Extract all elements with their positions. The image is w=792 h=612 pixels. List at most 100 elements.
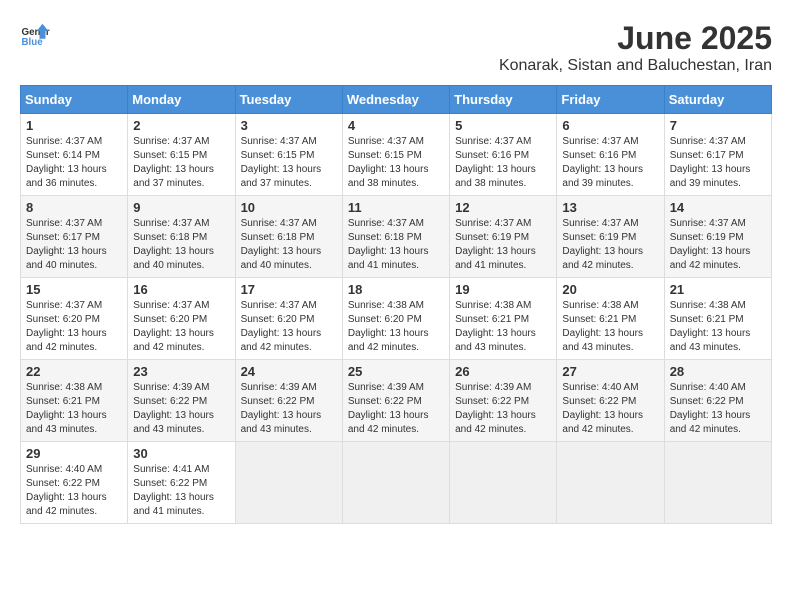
day-number: 7 bbox=[670, 118, 766, 133]
day-cell: 2 Sunrise: 4:37 AM Sunset: 6:15 PM Daylig… bbox=[128, 114, 235, 196]
day-number: 21 bbox=[670, 282, 766, 297]
day-number: 30 bbox=[133, 446, 229, 461]
day-cell: 8 Sunrise: 4:37 AM Sunset: 6:17 PM Daylig… bbox=[21, 196, 128, 278]
day-info: Sunrise: 4:38 AM Sunset: 6:21 PM Dayligh… bbox=[562, 299, 658, 355]
day-cell: 10 Sunrise: 4:37 AM Sunset: 6:18 PM Dayli… bbox=[235, 196, 342, 278]
day-cell: 12 Sunrise: 4:37 AM Sunset: 6:19 PM Dayli… bbox=[450, 196, 557, 278]
header: General Blue June 2025 Konarak, Sistan a… bbox=[20, 20, 772, 75]
day-number: 11 bbox=[348, 200, 444, 215]
day-info: Sunrise: 4:37 AM Sunset: 6:15 PM Dayligh… bbox=[133, 135, 229, 191]
day-cell bbox=[664, 442, 771, 524]
day-info: Sunrise: 4:41 AM Sunset: 6:22 PM Dayligh… bbox=[133, 463, 229, 519]
day-cell: 19 Sunrise: 4:38 AM Sunset: 6:21 PM Dayli… bbox=[450, 278, 557, 360]
day-header-monday: Monday bbox=[128, 86, 235, 114]
day-number: 10 bbox=[241, 200, 337, 215]
day-info: Sunrise: 4:37 AM Sunset: 6:20 PM Dayligh… bbox=[26, 299, 122, 355]
day-info: Sunrise: 4:37 AM Sunset: 6:15 PM Dayligh… bbox=[348, 135, 444, 191]
day-info: Sunrise: 4:37 AM Sunset: 6:17 PM Dayligh… bbox=[26, 217, 122, 273]
day-number: 22 bbox=[26, 364, 122, 379]
day-cell: 27Sunrise: 4:40 AM Sunset: 6:22 PM Dayli… bbox=[557, 360, 664, 442]
day-cell: 13 Sunrise: 4:37 AM Sunset: 6:19 PM Dayli… bbox=[557, 196, 664, 278]
day-info: Sunrise: 4:39 AM Sunset: 6:22 PM Dayligh… bbox=[133, 381, 229, 437]
day-number: 15 bbox=[26, 282, 122, 297]
day-number: 5 bbox=[455, 118, 551, 133]
week-row-4: 22 Sunrise: 4:38 AM Sunset: 6:21 PM Dayli… bbox=[21, 360, 772, 442]
location-title: Konarak, Sistan and Baluchestan, Iran bbox=[499, 57, 772, 75]
day-cell: 26 Sunrise: 4:39 AM Sunset: 6:22 PM Dayli… bbox=[450, 360, 557, 442]
day-number: 20 bbox=[562, 282, 658, 297]
day-number: 16 bbox=[133, 282, 229, 297]
week-row-1: 1Sunrise: 4:37 AM Sunset: 6:14 PM Daylig… bbox=[21, 114, 772, 196]
day-cell: 28Sunrise: 4:40 AM Sunset: 6:22 PM Dayli… bbox=[664, 360, 771, 442]
day-cell: 7Sunrise: 4:37 AM Sunset: 6:17 PM Daylig… bbox=[664, 114, 771, 196]
week-row-3: 15 Sunrise: 4:37 AM Sunset: 6:20 PM Dayli… bbox=[21, 278, 772, 360]
day-number: 14 bbox=[670, 200, 766, 215]
day-cell: 24 Sunrise: 4:39 AM Sunset: 6:22 PM Dayli… bbox=[235, 360, 342, 442]
day-info: Sunrise: 4:37 AM Sunset: 6:16 PM Dayligh… bbox=[562, 135, 658, 191]
day-info: Sunrise: 4:39 AM Sunset: 6:22 PM Dayligh… bbox=[455, 381, 551, 437]
day-number: 26 bbox=[455, 364, 551, 379]
day-header-sunday: Sunday bbox=[21, 86, 128, 114]
day-header-thursday: Thursday bbox=[450, 86, 557, 114]
day-number: 2 bbox=[133, 118, 229, 133]
day-number: 12 bbox=[455, 200, 551, 215]
day-number: 18 bbox=[348, 282, 444, 297]
week-row-5: 29Sunrise: 4:40 AM Sunset: 6:22 PM Dayli… bbox=[21, 442, 772, 524]
day-info: Sunrise: 4:38 AM Sunset: 6:20 PM Dayligh… bbox=[348, 299, 444, 355]
day-cell: 30 Sunrise: 4:41 AM Sunset: 6:22 PM Dayli… bbox=[128, 442, 235, 524]
title-section: June 2025 Konarak, Sistan and Baluchesta… bbox=[499, 20, 772, 75]
day-info: Sunrise: 4:37 AM Sunset: 6:19 PM Dayligh… bbox=[670, 217, 766, 273]
day-cell: 17Sunrise: 4:37 AM Sunset: 6:20 PM Dayli… bbox=[235, 278, 342, 360]
day-cell: 6 Sunrise: 4:37 AM Sunset: 6:16 PM Daylig… bbox=[557, 114, 664, 196]
day-info: Sunrise: 4:39 AM Sunset: 6:22 PM Dayligh… bbox=[348, 381, 444, 437]
day-cell: 29Sunrise: 4:40 AM Sunset: 6:22 PM Dayli… bbox=[21, 442, 128, 524]
day-cell bbox=[557, 442, 664, 524]
day-header-wednesday: Wednesday bbox=[342, 86, 449, 114]
day-info: Sunrise: 4:37 AM Sunset: 6:20 PM Dayligh… bbox=[241, 299, 337, 355]
header-row: SundayMondayTuesdayWednesdayThursdayFrid… bbox=[21, 86, 772, 114]
day-info: Sunrise: 4:38 AM Sunset: 6:21 PM Dayligh… bbox=[455, 299, 551, 355]
day-info: Sunrise: 4:37 AM Sunset: 6:20 PM Dayligh… bbox=[133, 299, 229, 355]
day-number: 6 bbox=[562, 118, 658, 133]
day-cell: 25 Sunrise: 4:39 AM Sunset: 6:22 PM Dayli… bbox=[342, 360, 449, 442]
day-number: 4 bbox=[348, 118, 444, 133]
logo-icon: General Blue bbox=[20, 20, 50, 50]
day-info: Sunrise: 4:37 AM Sunset: 6:15 PM Dayligh… bbox=[241, 135, 337, 191]
day-info: Sunrise: 4:37 AM Sunset: 6:19 PM Dayligh… bbox=[562, 217, 658, 273]
day-cell bbox=[450, 442, 557, 524]
day-number: 19 bbox=[455, 282, 551, 297]
day-info: Sunrise: 4:37 AM Sunset: 6:18 PM Dayligh… bbox=[241, 217, 337, 273]
day-number: 27 bbox=[562, 364, 658, 379]
day-number: 25 bbox=[348, 364, 444, 379]
day-info: Sunrise: 4:39 AM Sunset: 6:22 PM Dayligh… bbox=[241, 381, 337, 437]
day-info: Sunrise: 4:37 AM Sunset: 6:16 PM Dayligh… bbox=[455, 135, 551, 191]
day-cell: 1Sunrise: 4:37 AM Sunset: 6:14 PM Daylig… bbox=[21, 114, 128, 196]
day-number: 13 bbox=[562, 200, 658, 215]
day-cell: 18 Sunrise: 4:38 AM Sunset: 6:20 PM Dayli… bbox=[342, 278, 449, 360]
day-info: Sunrise: 4:37 AM Sunset: 6:14 PM Dayligh… bbox=[26, 135, 122, 191]
day-cell: 20 Sunrise: 4:38 AM Sunset: 6:21 PM Dayli… bbox=[557, 278, 664, 360]
day-cell: 5 Sunrise: 4:37 AM Sunset: 6:16 PM Daylig… bbox=[450, 114, 557, 196]
day-info: Sunrise: 4:38 AM Sunset: 6:21 PM Dayligh… bbox=[26, 381, 122, 437]
day-cell bbox=[235, 442, 342, 524]
week-row-2: 8 Sunrise: 4:37 AM Sunset: 6:17 PM Daylig… bbox=[21, 196, 772, 278]
day-info: Sunrise: 4:37 AM Sunset: 6:18 PM Dayligh… bbox=[348, 217, 444, 273]
day-number: 8 bbox=[26, 200, 122, 215]
day-header-tuesday: Tuesday bbox=[235, 86, 342, 114]
day-info: Sunrise: 4:37 AM Sunset: 6:18 PM Dayligh… bbox=[133, 217, 229, 273]
day-cell: 21Sunrise: 4:38 AM Sunset: 6:21 PM Dayli… bbox=[664, 278, 771, 360]
day-number: 3 bbox=[241, 118, 337, 133]
day-cell: 16 Sunrise: 4:37 AM Sunset: 6:20 PM Dayli… bbox=[128, 278, 235, 360]
day-number: 24 bbox=[241, 364, 337, 379]
day-header-saturday: Saturday bbox=[664, 86, 771, 114]
calendar-table: SundayMondayTuesdayWednesdayThursdayFrid… bbox=[20, 85, 772, 524]
day-cell: 11 Sunrise: 4:37 AM Sunset: 6:18 PM Dayli… bbox=[342, 196, 449, 278]
day-cell: 23 Sunrise: 4:39 AM Sunset: 6:22 PM Dayli… bbox=[128, 360, 235, 442]
day-info: Sunrise: 4:37 AM Sunset: 6:19 PM Dayligh… bbox=[455, 217, 551, 273]
day-cell: 9Sunrise: 4:37 AM Sunset: 6:18 PM Daylig… bbox=[128, 196, 235, 278]
day-cell: 22 Sunrise: 4:38 AM Sunset: 6:21 PM Dayli… bbox=[21, 360, 128, 442]
day-cell: 3 Sunrise: 4:37 AM Sunset: 6:15 PM Daylig… bbox=[235, 114, 342, 196]
logo: General Blue bbox=[20, 20, 50, 50]
day-number: 23 bbox=[133, 364, 229, 379]
day-cell: 4 Sunrise: 4:37 AM Sunset: 6:15 PM Daylig… bbox=[342, 114, 449, 196]
